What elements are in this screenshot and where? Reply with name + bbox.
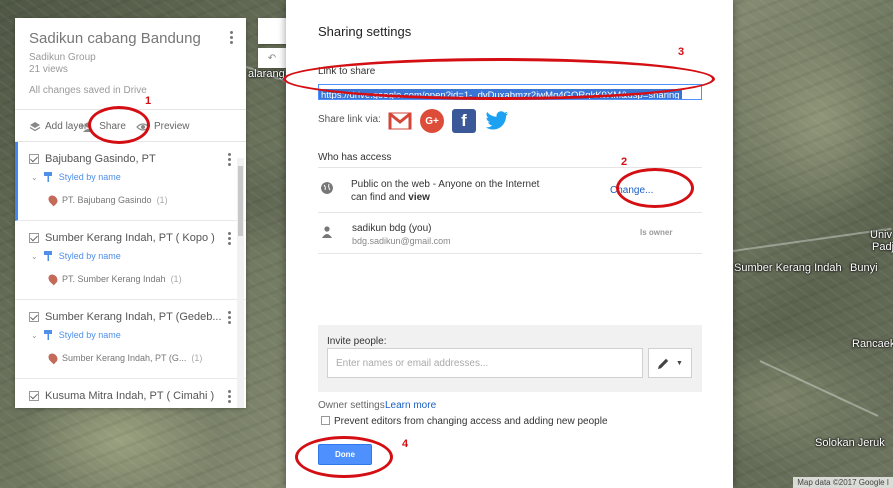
layer-item[interactable]: Sumber Kerang Indah, PT ( Kopo ) ⌄ Style… — [15, 221, 246, 300]
owner-name: sadikun bdg (you) — [352, 223, 432, 234]
public-access-line1: Public on the web - Anyone on the Intern… — [351, 179, 540, 190]
layer-name[interactable]: Sumber Kerang Indah, PT ( Kopo ) — [45, 232, 215, 244]
paint-roller-icon — [43, 172, 52, 182]
layer-visibility-checkbox[interactable] — [29, 154, 39, 164]
scrollbar-thumb[interactable] — [238, 166, 243, 236]
pencil-icon — [658, 358, 669, 369]
who-has-access-label: Who has access — [318, 152, 392, 163]
prevent-editors-checkbox[interactable] — [321, 416, 330, 425]
layers-icon — [29, 121, 41, 131]
undo-icon: ↶ — [267, 52, 277, 64]
map-search-button[interactable] — [258, 18, 286, 44]
twitter-share-button[interactable] — [485, 109, 509, 133]
layer-visibility-checkbox[interactable] — [29, 391, 39, 401]
layer-name[interactable]: Bajubang Gasindo, PT — [45, 153, 156, 165]
public-access-line2: can find and — [351, 192, 409, 203]
map-views: 21 views — [29, 64, 68, 75]
map-label: Padj — [872, 241, 893, 253]
place-name[interactable]: PT. Bajubang Gasindo — [62, 195, 152, 205]
map-label: alarang — [248, 68, 285, 80]
chevron-down-icon[interactable]: ⌄ — [31, 331, 38, 340]
learn-more-link[interactable]: Learn more — [385, 400, 436, 411]
layer-style-link[interactable]: Styled by name — [59, 251, 121, 261]
invite-panel: Invite people: Enter names or email addr… — [318, 325, 702, 392]
map-label: Sumber Kerang Indah — [734, 262, 842, 274]
undo-button[interactable]: ↶ — [258, 48, 286, 68]
dialog-title: Sharing settings — [318, 24, 412, 39]
place-count: (1) — [156, 195, 168, 205]
owner-role: Is owner — [640, 228, 673, 237]
layer-item[interactable]: Kusuma Mitra Indah, PT ( Cimahi ) — [15, 379, 246, 408]
map-pin-icon — [46, 193, 60, 207]
layer-visibility-checkbox[interactable] — [29, 312, 39, 322]
layer-options-icon[interactable] — [228, 390, 232, 403]
layer-visibility-checkbox[interactable] — [29, 233, 39, 243]
layers-scrollbar[interactable] — [237, 158, 244, 408]
annotation-ellipse-share — [88, 106, 150, 144]
person-icon — [322, 226, 332, 238]
gmail-share-button[interactable] — [388, 109, 412, 133]
annotation-number: 1 — [145, 95, 152, 107]
map-owner: Sadikun Group — [29, 52, 96, 63]
paint-roller-icon — [43, 251, 52, 261]
share-via-label: Share link via: — [318, 114, 381, 125]
map-attribution: Map data ©2017 Google I — [793, 477, 893, 488]
layer-style-link[interactable]: Styled by name — [59, 330, 121, 340]
owner-row: sadikun bdg (you) bdg.sadikun@gmail.com … — [318, 213, 702, 253]
map-label: Bunyi — [850, 262, 878, 274]
annotation-number: 3 — [678, 46, 685, 58]
gmail-icon — [388, 112, 412, 130]
paint-roller-icon — [43, 330, 52, 340]
divider — [318, 253, 702, 254]
chevron-down-icon[interactable]: ⌄ — [31, 173, 38, 182]
prevent-editors-label: Prevent editors from changing access and… — [334, 416, 608, 427]
annotation-ellipse-done — [295, 436, 393, 478]
map-label: Rancaeke — [852, 338, 893, 350]
layers-list: Bajubang Gasindo, PT ⌄ Styled by name PT… — [15, 142, 246, 408]
google-plus-icon: G+ — [425, 115, 439, 127]
annotation-number: 4 — [402, 438, 409, 450]
place-count: (1) — [191, 353, 203, 363]
chevron-down-icon[interactable]: ⌄ — [31, 252, 38, 261]
layer-options-icon[interactable] — [228, 153, 232, 166]
annotation-ellipse-link — [283, 58, 715, 100]
layer-name[interactable]: Kusuma Mitra Indah, PT ( Cimahi ) — [45, 390, 214, 402]
map-title[interactable]: Sadikun cabang Bandung — [29, 30, 232, 47]
place-name[interactable]: PT. Sumber Kerang Indah — [62, 274, 166, 284]
annotation-ellipse-change — [616, 168, 694, 208]
invite-label: Invite people: — [327, 336, 387, 347]
layer-item[interactable]: Bajubang Gasindo, PT ⌄ Styled by name PT… — [15, 142, 246, 221]
place-count: (1) — [170, 274, 182, 284]
owner-settings-label: Owner settings — [318, 400, 385, 411]
map-pin-icon — [46, 351, 60, 365]
layer-options-icon[interactable] — [228, 232, 232, 245]
save-status: All changes saved in Drive — [29, 85, 147, 96]
map-header: Sadikun cabang Bandung Sadikun Group 21 … — [15, 18, 246, 110]
preview-label: Preview — [153, 121, 190, 132]
map-label: Solokan Jeruk — [815, 437, 885, 449]
place-name[interactable]: Sumber Kerang Indah, PT (G... — [62, 353, 186, 363]
layer-options-icon[interactable] — [228, 311, 232, 324]
map-layers-panel: Sadikun cabang Bandung Sadikun Group 21 … — [15, 18, 246, 408]
google-plus-share-button[interactable]: G+ — [420, 109, 444, 133]
layer-name[interactable]: Sumber Kerang Indah, PT (Gedeb... — [45, 311, 222, 323]
facebook-icon: f — [461, 111, 467, 130]
facebook-share-button[interactable]: f — [452, 109, 476, 133]
map-label: Univ — [870, 229, 893, 241]
owner-email: bdg.sadikun@gmail.com — [352, 236, 451, 246]
chevron-down-icon: ▼ — [676, 359, 683, 367]
public-access-permission: view — [408, 192, 430, 203]
layer-item[interactable]: Sumber Kerang Indah, PT (Gedeb... ⌄ Styl… — [15, 300, 246, 379]
invite-input[interactable]: Enter names or email addresses... — [327, 348, 643, 378]
permission-dropdown[interactable]: ▼ — [648, 348, 692, 378]
annotation-number: 2 — [621, 156, 628, 168]
map-pin-icon — [46, 272, 60, 286]
twitter-icon — [485, 111, 508, 130]
map-options-icon[interactable] — [230, 31, 234, 44]
globe-icon — [321, 182, 333, 194]
layer-style-link[interactable]: Styled by name — [59, 172, 121, 182]
